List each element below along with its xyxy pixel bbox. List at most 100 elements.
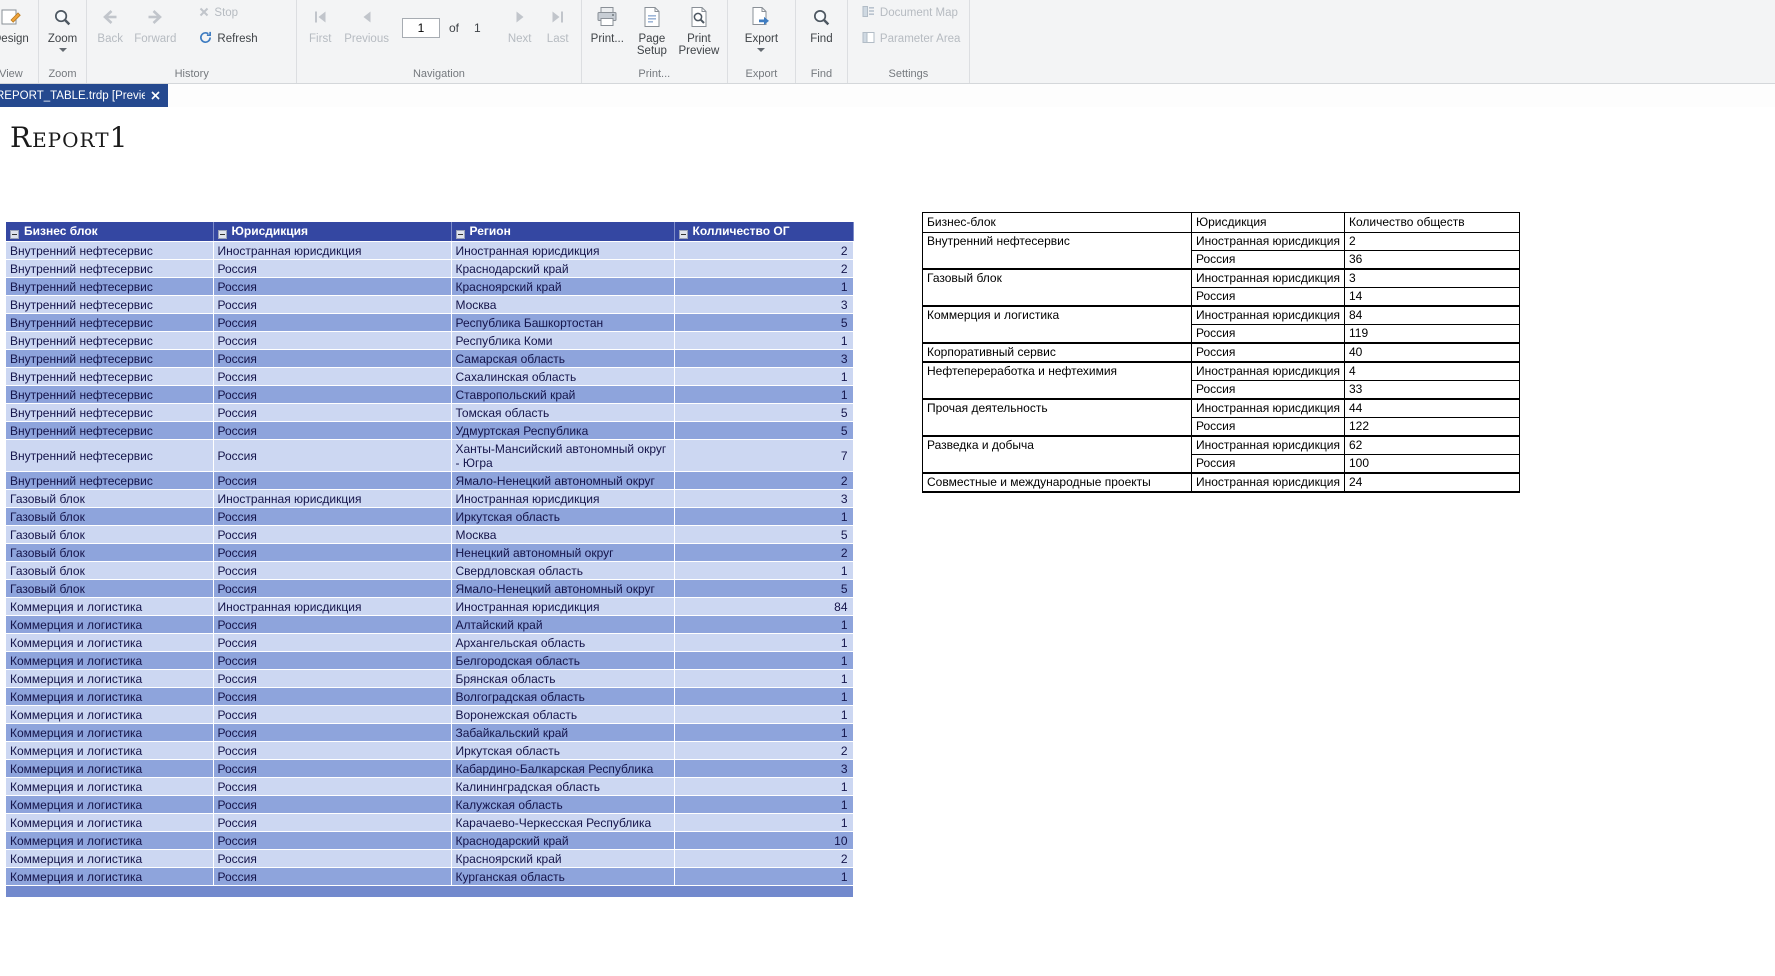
cell-jurisdiction: Россия <box>213 633 452 652</box>
stop-button[interactable]: Stop <box>195 3 261 23</box>
cell-count: 4 <box>1344 361 1520 381</box>
collapse-icon[interactable] <box>10 230 19 239</box>
back-arrow-icon <box>100 4 120 30</box>
cell-region: Иностранная юрисдикция <box>451 241 675 260</box>
previous-page-icon <box>359 4 375 30</box>
right-table-body: Внутренний нефтесервис Иностранная юрисди… <box>922 232 1520 493</box>
table-row: Внутренний нефтесервис Россия Удмуртская Р… <box>6 421 854 440</box>
cell-jurisdiction: Иностранная юрисдикция <box>213 597 452 616</box>
cell-region: Свердловская область <box>451 561 675 580</box>
print-preview-button[interactable]: Print Preview <box>675 2 723 57</box>
cell-count: 36 <box>1344 250 1520 270</box>
collapse-icon[interactable] <box>217 230 227 239</box>
page-setup-button[interactable]: Page Setup <box>629 2 675 57</box>
back-button[interactable]: Back <box>91 2 129 45</box>
cell-jurisdiction: Россия <box>213 543 452 562</box>
zoom-button[interactable]: Zoom <box>43 2 82 52</box>
document-map-button[interactable]: Document Map <box>858 3 965 23</box>
cell-count: 3 <box>674 489 854 508</box>
cell-count: 5 <box>674 403 854 422</box>
page-of-label: of <box>448 21 459 35</box>
cell-count: 1 <box>674 867 854 886</box>
find-label: Find <box>810 33 833 45</box>
table-row: Прочая деятельность Иностранная юрисдикци… <box>922 398 1520 437</box>
cell-business-block: Коммерция и логистика <box>6 831 214 850</box>
last-page-button[interactable]: Last <box>539 2 577 45</box>
cell-jurisdiction: Россия <box>213 579 452 598</box>
cell-region: Иркутская область <box>451 507 675 526</box>
tab-report-preview[interactable]: REPORT_TABLE.trdp [Preview] <box>0 84 168 107</box>
cell-jurisdiction: Иностранная юрисдикция <box>1191 398 1345 418</box>
cell-jurisdiction: Россия <box>213 669 452 688</box>
cell-business-block: Коммерция и логистика <box>6 849 214 868</box>
cell-business-block: Внутренний нефтесервис <box>6 349 214 368</box>
first-page-button[interactable]: First <box>301 2 339 45</box>
ribbon-group-export: Export Export <box>728 0 796 83</box>
cell-jurisdiction: Иностранная юрисдикция <box>213 241 452 260</box>
cell-count: 40 <box>1344 342 1520 363</box>
table-header-row: Бизнес блок Юрисдикция Регион Колличеств… <box>6 222 854 242</box>
close-icon[interactable] <box>151 91 160 100</box>
cell-jurisdiction: Россия <box>213 385 452 404</box>
report-preview-area[interactable]: Report1 Бизнес блок Юрисдикция Регион Ко… <box>0 107 1775 976</box>
cell-jurisdiction: Россия <box>1191 342 1345 363</box>
design-button[interactable]: Design <box>0 2 34 45</box>
table-row: Внутренний нефтесервис Иностранная юрисди… <box>922 232 1520 270</box>
cell-business-block: Внутренний нефтесервис <box>6 421 214 440</box>
table-row: Коммерция и логистика Россия Краснодарский… <box>6 831 854 850</box>
column-header-label: Регион <box>469 224 511 238</box>
collapse-icon[interactable] <box>678 230 688 239</box>
cell-region: Ханты-Мансийский автономный округ - Югра <box>451 439 675 472</box>
group-label-view: View <box>0 68 23 80</box>
cell-count: 122 <box>1344 417 1520 437</box>
refresh-icon <box>199 31 212 47</box>
cell-region: Сахалинская область <box>451 367 675 386</box>
table-row: Коммерция и логистика Россия Кабардино-Бал… <box>6 759 854 778</box>
column-header-business-block: Бизнес блок <box>6 222 214 242</box>
cell-region: Республика Башкортостан <box>451 313 675 332</box>
page-number-input[interactable] <box>401 18 440 38</box>
cell-jurisdiction: Россия <box>213 471 452 490</box>
cell-count: 1 <box>674 507 854 526</box>
cell-jurisdiction: Россия <box>213 259 452 278</box>
cell-business-block: Разведка и добыча <box>922 435 1192 474</box>
cell-jurisdiction: Россия <box>213 525 452 544</box>
cell-count: 5 <box>674 525 854 544</box>
refresh-button[interactable]: Refresh <box>195 29 261 49</box>
print-button[interactable]: Print... <box>586 2 629 45</box>
parameter-area-button[interactable]: Parameter Area <box>858 29 965 49</box>
cell-region: Иностранная юрисдикция <box>451 489 675 508</box>
forward-button[interactable]: Forward <box>129 2 181 45</box>
cell-business-block: Газовый блок <box>6 489 214 508</box>
last-page-label: Last <box>546 33 569 45</box>
next-page-button[interactable]: Next <box>501 2 539 45</box>
cell-region: Иркутская область <box>451 741 675 760</box>
printer-icon <box>596 4 618 30</box>
cell-region: Белгородская область <box>451 651 675 670</box>
parameter-area-icon <box>862 31 875 47</box>
cell-region: Ямало-Ненецкий автономный округ <box>451 579 675 598</box>
table-row: Газовый блок Россия Москва 5 <box>6 525 854 544</box>
table-row: Газовый блок Россия Ненецкий автономный ок… <box>6 543 854 562</box>
previous-page-label: Previous <box>344 33 389 45</box>
column-header-jurisdiction: Юрисдикция <box>213 222 452 242</box>
cell-count: 62 <box>1344 435 1520 455</box>
cell-business-block: Коммерция и логистика <box>6 687 214 706</box>
table-row: Коммерция и логистика Иностранная юрисдик… <box>6 597 854 616</box>
find-button[interactable]: Find <box>802 2 840 45</box>
previous-page-button[interactable]: Previous <box>339 2 394 45</box>
group-label-zoom: Zoom <box>48 68 77 80</box>
zoom-label: Zoom <box>47 33 78 45</box>
cell-jurisdiction: Россия <box>213 295 452 314</box>
table-row: Корпоративный сервис Россия 40 <box>922 342 1520 363</box>
table-row: Внутренний нефтесервис Россия Республика Б… <box>6 313 854 332</box>
export-button[interactable]: Export <box>740 2 783 52</box>
first-page-label: First <box>309 33 332 45</box>
refresh-label: Refresh <box>217 33 258 45</box>
cell-jurisdiction: Иностранная юрисдикция <box>1191 268 1345 288</box>
collapse-icon[interactable] <box>455 230 465 239</box>
cell-jurisdiction: Иностранная юрисдикция <box>1191 472 1345 493</box>
cell-count: 1 <box>674 669 854 688</box>
cell-count: 3 <box>674 349 854 368</box>
ribbon-group-history: Back Forward Stop Refresh History <box>87 0 298 83</box>
